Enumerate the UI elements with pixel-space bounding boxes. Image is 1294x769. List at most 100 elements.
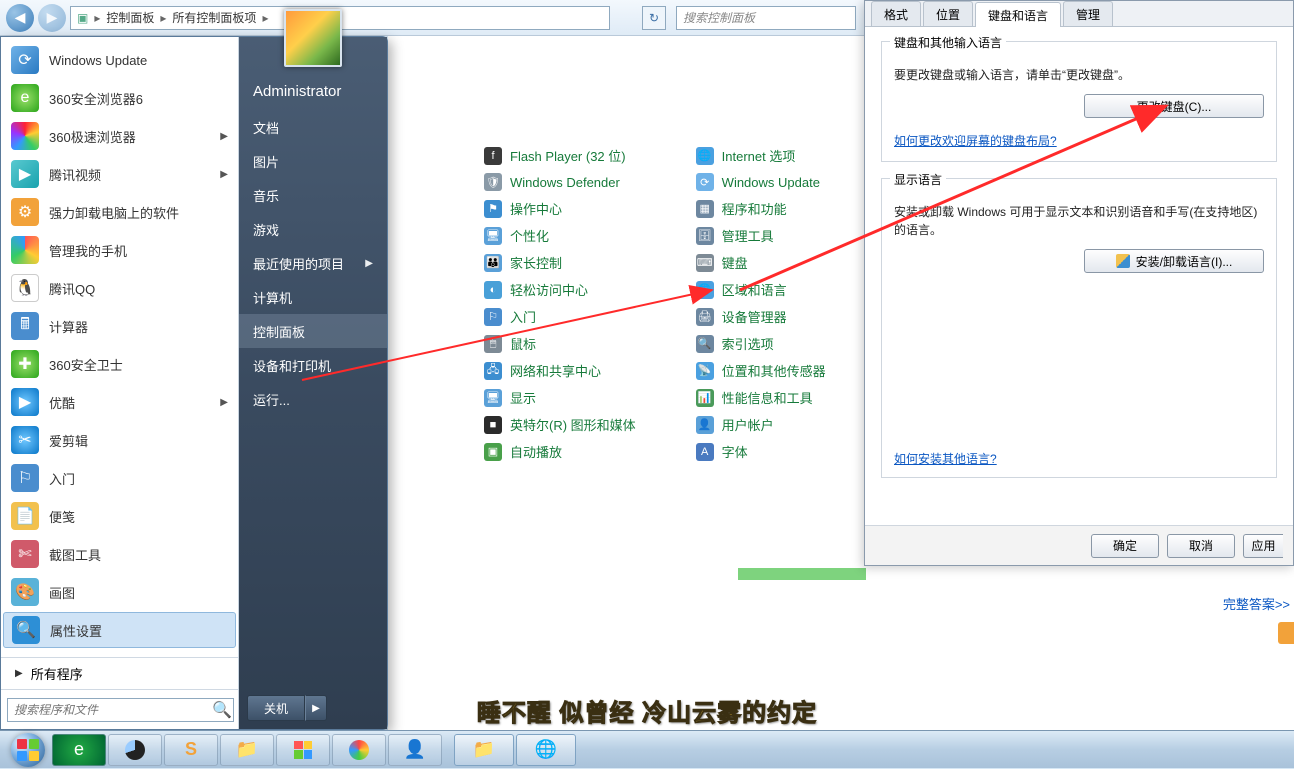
start-app-9[interactable]: ▶优酷▶: [1, 383, 238, 421]
install-language-button[interactable]: 安装/卸载语言(I)...: [1084, 249, 1264, 273]
start-right-1[interactable]: 图片: [239, 144, 387, 178]
keyboard-layout-link[interactable]: 如何更改欢迎屏幕的键盘布局?: [894, 134, 1057, 148]
user-avatar[interactable]: [284, 9, 342, 67]
cancel-button[interactable]: 取消: [1167, 534, 1235, 558]
app-icon: e: [11, 84, 39, 112]
cp-item-英特尔(R) 图形和媒体[interactable]: ■英特尔(R) 图形和媒体: [484, 415, 636, 434]
cp-item-label: 鼠标: [510, 334, 536, 353]
cp-item-网络和共享中心[interactable]: 🖧网络和共享中心: [484, 361, 636, 380]
start-app-10[interactable]: ✂爱剪辑: [1, 421, 238, 459]
nav-forward-button[interactable]: ▶: [38, 4, 66, 32]
shutdown-options-button[interactable]: ▶: [305, 695, 327, 721]
cp-item-键盘[interactable]: ⌨键盘: [696, 253, 826, 272]
start-right-8[interactable]: 运行...: [239, 382, 387, 416]
start-app-4[interactable]: ⚙强力卸载电脑上的软件: [1, 193, 238, 231]
cp-item-性能信息和工具[interactable]: 📊性能信息和工具: [696, 388, 826, 407]
cp-item-Flash Player (32 位)[interactable]: fFlash Player (32 位): [484, 146, 636, 165]
cp-item-操作中心[interactable]: ⚑操作中心: [484, 199, 636, 218]
taskbar-app-1[interactable]: e: [52, 734, 106, 766]
refresh-button[interactable]: ↻: [642, 6, 666, 30]
cp-item-位置和其他传感器[interactable]: 📡位置和其他传感器: [696, 361, 826, 380]
start-right-4[interactable]: 最近使用的项目▶: [239, 246, 387, 280]
taskbar-app-3[interactable]: S: [164, 734, 218, 766]
cp-item-轻松访问中心[interactable]: ◐轻松访问中心: [484, 280, 636, 299]
cp-item-管理工具[interactable]: 🗄管理工具: [696, 226, 826, 245]
install-other-language-link[interactable]: 如何安装其他语言?: [894, 452, 997, 466]
taskbar-window-1[interactable]: 📁: [454, 734, 514, 766]
cp-item-鼠标[interactable]: 🖱鼠标: [484, 334, 636, 353]
start-button[interactable]: [6, 731, 50, 769]
app-icon: ⚐: [11, 464, 39, 492]
explorer-search[interactable]: 搜索控制面板: [676, 6, 856, 30]
cp-item-入门[interactable]: ⚐入门: [484, 307, 636, 326]
start-right-7[interactable]: 设备和打印机: [239, 348, 387, 382]
cp-item-索引选项[interactable]: 🔍索引选项: [696, 334, 826, 353]
cp-item-家长控制[interactable]: 👪家长控制: [484, 253, 636, 272]
cp-item-个性化[interactable]: 🖥个性化: [484, 226, 636, 245]
taskbar-app-5[interactable]: [276, 734, 330, 766]
start-right-5[interactable]: 计算机: [239, 280, 387, 314]
cp-item-设备管理器[interactable]: 🖨设备管理器: [696, 307, 826, 326]
right-item-label: 计算机: [253, 288, 292, 307]
app-label: 腾讯QQ: [49, 279, 95, 298]
cp-item-区域和语言[interactable]: 🌐区域和语言: [696, 280, 826, 299]
cp-item-自动播放[interactable]: ▣自动播放: [484, 442, 636, 461]
cp-item-显示[interactable]: 🖥显示: [484, 388, 636, 407]
app-label: 360安全卫士: [49, 355, 123, 374]
taskbar-app-7[interactable]: 👤: [388, 734, 442, 766]
start-app-14[interactable]: 🎨画图: [1, 573, 238, 611]
cp-item-Windows Defender[interactable]: 🛡Windows Defender: [484, 173, 636, 191]
start-app-15[interactable]: 🔍属性设置: [3, 612, 236, 648]
start-right-0[interactable]: 文档: [239, 110, 387, 144]
start-app-0[interactable]: ⟳Windows Update: [1, 41, 238, 79]
cp-item-label: 个性化: [510, 226, 549, 245]
start-search-input[interactable]: [7, 698, 234, 722]
dialog-tab-0[interactable]: 格式: [871, 1, 921, 26]
nav-back-button[interactable]: ◀: [6, 4, 34, 32]
dialog-tab-1[interactable]: 位置: [923, 1, 973, 26]
region-language-dialog: 格式位置键盘和语言管理 键盘和其他输入语言 要更改键盘或输入语言，请单击“更改键…: [864, 0, 1294, 566]
user-name[interactable]: Administrator: [239, 67, 387, 110]
start-right-6[interactable]: 控制面板: [239, 314, 387, 348]
start-app-12[interactable]: 📄便笺: [1, 497, 238, 535]
start-right-2[interactable]: 音乐: [239, 178, 387, 212]
cp-item-icon: 🌐: [696, 147, 714, 165]
cp-item-字体[interactable]: A字体: [696, 442, 826, 461]
cp-column-1: fFlash Player (32 位) 🛡Windows Defender ⚑操作…: [484, 146, 636, 461]
cp-item-程序和功能[interactable]: ▦程序和功能: [696, 199, 826, 218]
taskbar-app-2[interactable]: [108, 734, 162, 766]
change-keyboard-button[interactable]: 更改键盘(C)...: [1084, 94, 1264, 118]
right-item-label: 控制面板: [253, 322, 305, 341]
start-app-11[interactable]: ⚐入门: [1, 459, 238, 497]
all-programs[interactable]: ▶ 所有程序: [1, 657, 238, 689]
start-app-13[interactable]: ✄截图工具: [1, 535, 238, 573]
start-app-6[interactable]: 🐧腾讯QQ: [1, 269, 238, 307]
complete-answer-link[interactable]: 完整答案>>: [1223, 594, 1290, 613]
app-icon: ✂: [11, 426, 39, 454]
start-app-5[interactable]: 管理我的手机: [1, 231, 238, 269]
cp-item-Internet 选项[interactable]: 🌐Internet 选项: [696, 146, 826, 165]
taskbar-app-4[interactable]: 📁: [220, 734, 274, 766]
cp-item-label: 字体: [722, 442, 748, 461]
ok-button[interactable]: 确定: [1091, 534, 1159, 558]
breadcrumb-1[interactable]: 控制面板: [106, 9, 154, 26]
start-right-3[interactable]: 游戏: [239, 212, 387, 246]
dialog-tab-3[interactable]: 管理: [1063, 1, 1113, 26]
sogou-side-tab[interactable]: [1278, 622, 1294, 644]
cp-item-Windows Update[interactable]: ⟳Windows Update: [696, 173, 826, 191]
cp-item-用户帐户[interactable]: 👤用户帐户: [696, 415, 826, 434]
start-menu: ⟳Windows Updatee360安全浏览器6360极速浏览器▶▶腾讯视频▶…: [0, 36, 388, 730]
taskbar-app-6[interactable]: [332, 734, 386, 766]
app-label: 属性设置: [50, 621, 102, 640]
taskbar-window-2[interactable]: 🌐: [516, 734, 576, 766]
start-app-2[interactable]: 360极速浏览器▶: [1, 117, 238, 155]
start-app-1[interactable]: e360安全浏览器6: [1, 79, 238, 117]
apply-button[interactable]: 应用: [1243, 534, 1283, 558]
start-app-7[interactable]: 🖩计算器: [1, 307, 238, 345]
right-item-label: 最近使用的项目: [253, 254, 344, 273]
cp-item-icon: 👤: [696, 416, 714, 434]
start-app-3[interactable]: ▶腾讯视频▶: [1, 155, 238, 193]
start-app-8[interactable]: ✚360安全卫士: [1, 345, 238, 383]
shutdown-button[interactable]: 关机: [247, 695, 305, 721]
dialog-tab-2[interactable]: 键盘和语言: [975, 2, 1061, 27]
